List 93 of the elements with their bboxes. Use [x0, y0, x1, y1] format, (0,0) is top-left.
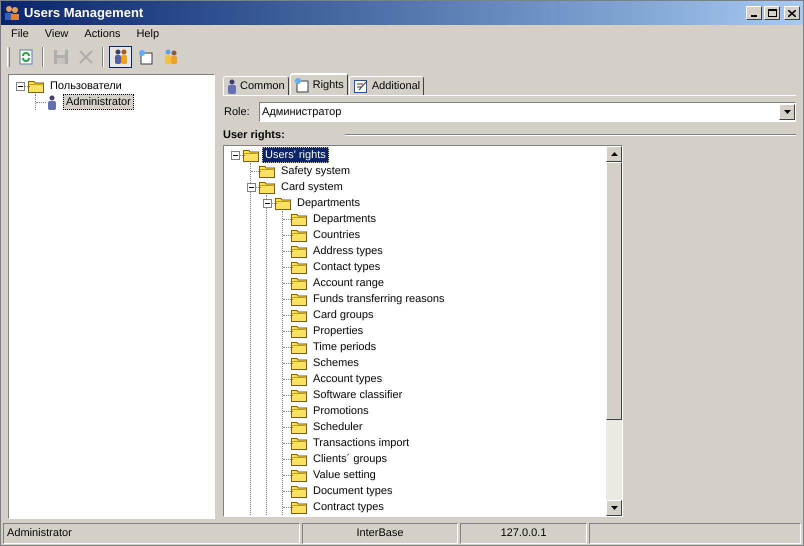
tree-item[interactable]: Address types: [310, 243, 386, 259]
folder-icon: [259, 180, 275, 194]
tree-item[interactable]: Schemes: [310, 355, 362, 371]
tree-item[interactable]: Account range: [310, 275, 387, 291]
folder-icon: [291, 244, 307, 258]
tree-item[interactable]: Properties: [310, 323, 366, 339]
folder-icon: [28, 79, 44, 93]
tree-item[interactable]: Value setting: [310, 467, 379, 483]
tree-item[interactable]: Scheduler: [310, 419, 366, 435]
tree-item[interactable]: Countries: [310, 227, 364, 243]
maximize-button[interactable]: [764, 6, 780, 20]
toolbar-button[interactable]: [109, 46, 132, 68]
status-field: Administrator: [3, 523, 300, 544]
tree-item[interactable]: Contact types: [310, 259, 384, 275]
tab[interactable]: Rights: [290, 73, 348, 95]
refresh-icon: [18, 48, 34, 64]
folder-icon: [291, 340, 307, 354]
tree-item[interactable]: Card groups: [310, 307, 377, 323]
scroll-up-button[interactable]: [606, 146, 622, 162]
tab[interactable]: Common: [223, 76, 289, 95]
scroll-thumb[interactable]: [606, 162, 622, 420]
tree-item[interactable]: Funds transferring reasons: [310, 291, 448, 307]
down-arrow-icon: [610, 506, 618, 510]
notepad-icon: [352, 78, 369, 94]
tree-item[interactable]: Contract types: [310, 499, 387, 515]
dropdown-arrow-icon: [784, 110, 790, 114]
tree-item[interactable]: Time periods: [310, 339, 380, 355]
folder-icon: [291, 500, 307, 514]
tree-item[interactable]: Promotions: [310, 403, 372, 419]
up-arrow-icon: [610, 152, 618, 156]
folder-icon: [291, 468, 307, 482]
role-label: Role:: [223, 104, 251, 120]
dropdown-button[interactable]: [779, 104, 795, 120]
menu-item[interactable]: Actions: [76, 26, 128, 43]
maximize-icon: [768, 9, 776, 17]
folder-icon: [291, 420, 307, 434]
new-page-icon: [294, 77, 310, 93]
collapse-toggle[interactable]: [262, 198, 272, 208]
tree-item[interactable]: Account types: [310, 371, 386, 387]
status-field: InterBase: [302, 523, 458, 544]
two-people-icon: [112, 48, 128, 64]
folder-icon: [291, 484, 307, 498]
role-value: Администратор: [261, 104, 342, 120]
collapse-toggle[interactable]: [246, 182, 256, 192]
folder-icon: [291, 324, 307, 338]
collapse-toggle[interactable]: [230, 150, 240, 160]
folder-icon: [291, 452, 307, 466]
tree-item[interactable]: Card system: [278, 179, 346, 195]
minimize-button[interactable]: [746, 6, 762, 20]
cross-icon: [78, 48, 94, 64]
users-icon: [4, 5, 20, 21]
close-button[interactable]: [784, 6, 800, 20]
person-icon: [47, 94, 57, 110]
role-select[interactable]: Администратор: [259, 102, 796, 122]
tree-item[interactable]: Software classifier: [310, 387, 406, 403]
tree-item[interactable]: Safety system: [278, 163, 354, 179]
folder-icon: [291, 308, 307, 322]
folder-icon: [243, 148, 259, 162]
window-title: Users Management: [24, 4, 144, 22]
folder-icon: [291, 356, 307, 370]
status-field: 127.0.0.1: [460, 523, 587, 544]
new-page-icon: [138, 48, 154, 64]
close-icon: [788, 10, 796, 16]
tree-item[interactable]: Document types: [310, 483, 396, 499]
folder-icon: [291, 228, 307, 242]
tree-item[interactable]: Users' rights: [262, 147, 329, 163]
folder-icon: [291, 212, 307, 226]
collapse-toggle[interactable]: [16, 82, 24, 90]
minimize-icon: [751, 15, 757, 17]
menu-item[interactable]: File: [3, 26, 37, 43]
section-heading: User rights:: [223, 128, 285, 143]
scrollbar[interactable]: [606, 146, 622, 516]
people-icon: [162, 48, 178, 64]
tree-item[interactable]: Departments: [310, 211, 379, 227]
folder-icon: [291, 372, 307, 386]
folder-icon: [291, 388, 307, 402]
tree-item[interactable]: Departments: [294, 195, 363, 211]
folder-icon: [259, 164, 275, 178]
tree-item[interactable]: Clients´ groups: [310, 451, 390, 467]
folder-icon: [291, 260, 307, 274]
person-icon: [227, 78, 237, 94]
scroll-down-button[interactable]: [606, 500, 622, 516]
folder-icon: [291, 292, 307, 306]
tab[interactable]: Additional: [348, 76, 424, 95]
folder-icon: [291, 436, 307, 450]
tree-item[interactable]: Administrator: [63, 94, 134, 110]
tree-item[interactable]: Пользователи: [47, 78, 125, 94]
menu-item[interactable]: Help: [128, 26, 168, 43]
menu-item[interactable]: View: [36, 26, 76, 43]
folder-icon: [275, 196, 291, 210]
tree-item[interactable]: Transactions import: [310, 435, 412, 451]
folder-icon: [291, 276, 307, 290]
folder-icon: [291, 404, 307, 418]
